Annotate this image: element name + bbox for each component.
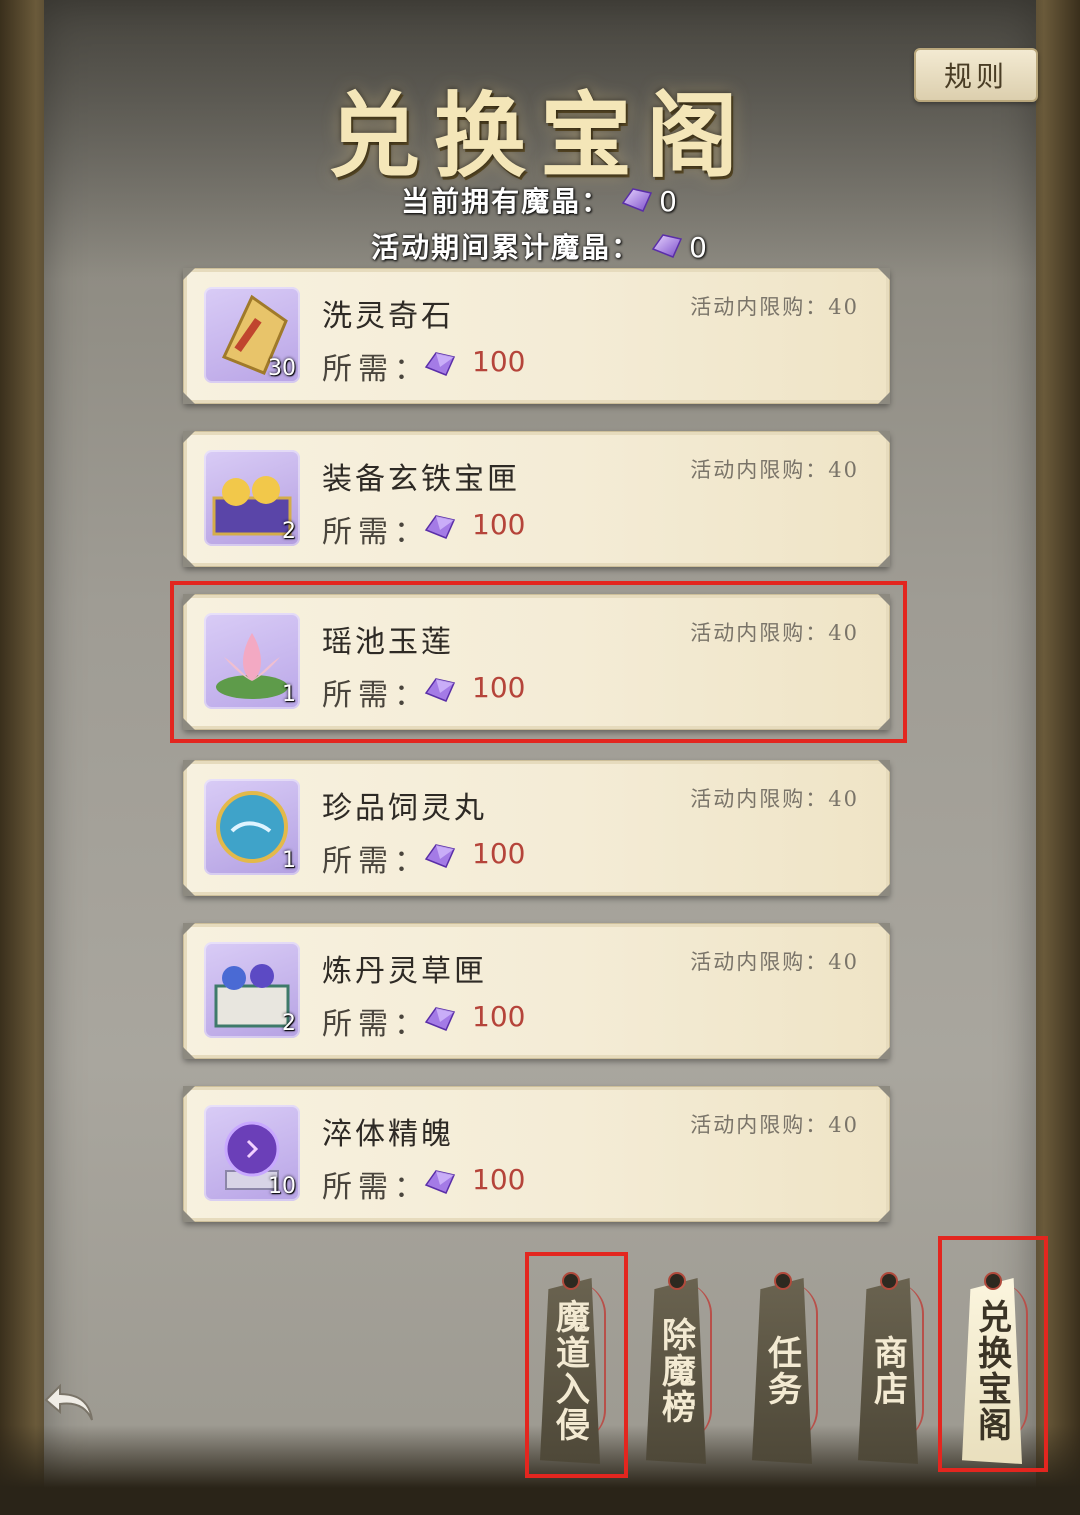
purchase-limit: 活动内限购：40: [690, 295, 859, 319]
tab-hole: [774, 1272, 792, 1290]
item-card[interactable]: 30 洗灵奇石 活动内限购：40 所需： 100: [183, 268, 890, 404]
total-crystal-label: 活动期间累计魔晶：: [371, 231, 642, 264]
current-crystal-balance: 当前拥有魔晶： 0: [0, 180, 1080, 222]
cost-value: 100: [472, 837, 526, 870]
card-corner: [878, 884, 890, 896]
tab-hole: [562, 1272, 580, 1290]
herb-box-icon[interactable]: 2: [204, 942, 300, 1038]
card-corner: [183, 392, 195, 404]
cost-label: 所需：: [322, 1170, 430, 1205]
crystal-gem-icon: [422, 841, 458, 875]
item-quantity: 2: [282, 519, 296, 544]
tab-hole: [880, 1272, 898, 1290]
cost-label: 所需：: [322, 844, 430, 879]
purple-crystal-ball-icon[interactable]: 10: [204, 1105, 300, 1201]
tab-exchange[interactable]: 兑换宝阁: [962, 1278, 1022, 1464]
card-corner: [878, 1210, 890, 1222]
purchase-limit: 活动内限购：40: [690, 458, 859, 482]
purchase-limit: 活动内限购：40: [690, 1113, 859, 1137]
cost-label: 所需：: [322, 352, 430, 387]
card-corner: [183, 268, 195, 280]
page-title: 兑换宝阁: [327, 82, 752, 190]
card-corner: [878, 431, 890, 443]
item-card[interactable]: 2 炼丹灵草匣 活动内限购：40 所需： 100: [183, 923, 890, 1059]
total-crystal-value: 0: [689, 231, 709, 264]
item-quantity: 10: [268, 1174, 296, 1199]
card-corner: [878, 555, 890, 567]
tab-label: 任务: [761, 1335, 802, 1407]
card-corner: [878, 923, 890, 935]
spirit-stone-icon[interactable]: 30: [204, 287, 300, 383]
item-name: 珍品饲灵丸: [322, 791, 487, 826]
crystal-gem-icon: [422, 1004, 458, 1038]
card-corner: [878, 1047, 890, 1059]
tab-label: 除魔榜: [655, 1317, 696, 1425]
current-crystal-value: 0: [659, 185, 679, 218]
purchase-limit: 活动内限购：40: [690, 787, 859, 811]
item-quantity: 30: [268, 356, 296, 381]
crystal-gem-icon: [649, 231, 685, 268]
tab-demon-ranking[interactable]: 除魔榜: [646, 1278, 706, 1464]
total-crystal-balance: 活动期间累计魔晶： 0: [0, 226, 1080, 268]
item-name: 淬体精魄: [322, 1117, 454, 1152]
cost-value: 100: [472, 1000, 526, 1033]
cost-value: 100: [472, 1163, 526, 1196]
card-corner: [878, 268, 890, 280]
cost-label: 所需：: [322, 515, 430, 550]
current-crystal-label: 当前拥有魔晶：: [401, 185, 612, 218]
item-name: 洗灵奇石: [322, 299, 454, 334]
crystal-gem-icon: [422, 1167, 458, 1201]
card-corner: [878, 760, 890, 772]
crystal-gem-icon: [422, 512, 458, 546]
item-card[interactable]: 2 装备玄铁宝匣 活动内限购：40 所需： 100: [183, 431, 890, 567]
crystal-gem-icon: [422, 349, 458, 383]
tab-tasks[interactable]: 任务: [752, 1278, 812, 1464]
card-corner: [183, 431, 195, 443]
item-name: 炼丹灵草匣: [322, 954, 487, 989]
cost-value: 100: [472, 508, 526, 541]
item-name: 装备玄铁宝匣: [322, 462, 520, 497]
card-corner: [183, 760, 195, 772]
highlight-selected-item: [170, 581, 907, 743]
tab-hole: [668, 1272, 686, 1290]
item-quantity: 1: [282, 848, 296, 873]
card-corner: [183, 1210, 195, 1222]
tab-label: 兑换宝阁: [971, 1299, 1012, 1443]
card-corner: [183, 555, 195, 567]
cost-label: 所需：: [322, 1007, 430, 1042]
purchase-limit: 活动内限购：40: [690, 950, 859, 974]
tab-shop[interactable]: 商店: [858, 1278, 918, 1464]
tab-demon-invasion[interactable]: 魔道入侵: [540, 1278, 600, 1464]
card-corner: [183, 1086, 195, 1098]
tab-label: 商店: [867, 1335, 908, 1407]
item-card[interactable]: 1 珍品饲灵丸 活动内限购：40 所需： 100: [183, 760, 890, 896]
card-corner: [878, 1086, 890, 1098]
crystal-gem-icon: [619, 185, 655, 222]
tab-label: 魔道入侵: [549, 1299, 590, 1443]
card-corner: [878, 392, 890, 404]
card-corner: [183, 923, 195, 935]
tab-hole: [984, 1272, 1002, 1290]
treasure-chest-icon[interactable]: 2: [204, 450, 300, 546]
cost-value: 100: [472, 345, 526, 378]
item-card[interactable]: 10 淬体精魄 活动内限购：40 所需： 100: [183, 1086, 890, 1222]
card-corner: [183, 884, 195, 896]
card-corner: [183, 1047, 195, 1059]
back-arrow-icon[interactable]: [40, 1378, 100, 1428]
orb-pill-icon[interactable]: 1: [204, 779, 300, 875]
item-quantity: 2: [282, 1011, 296, 1036]
